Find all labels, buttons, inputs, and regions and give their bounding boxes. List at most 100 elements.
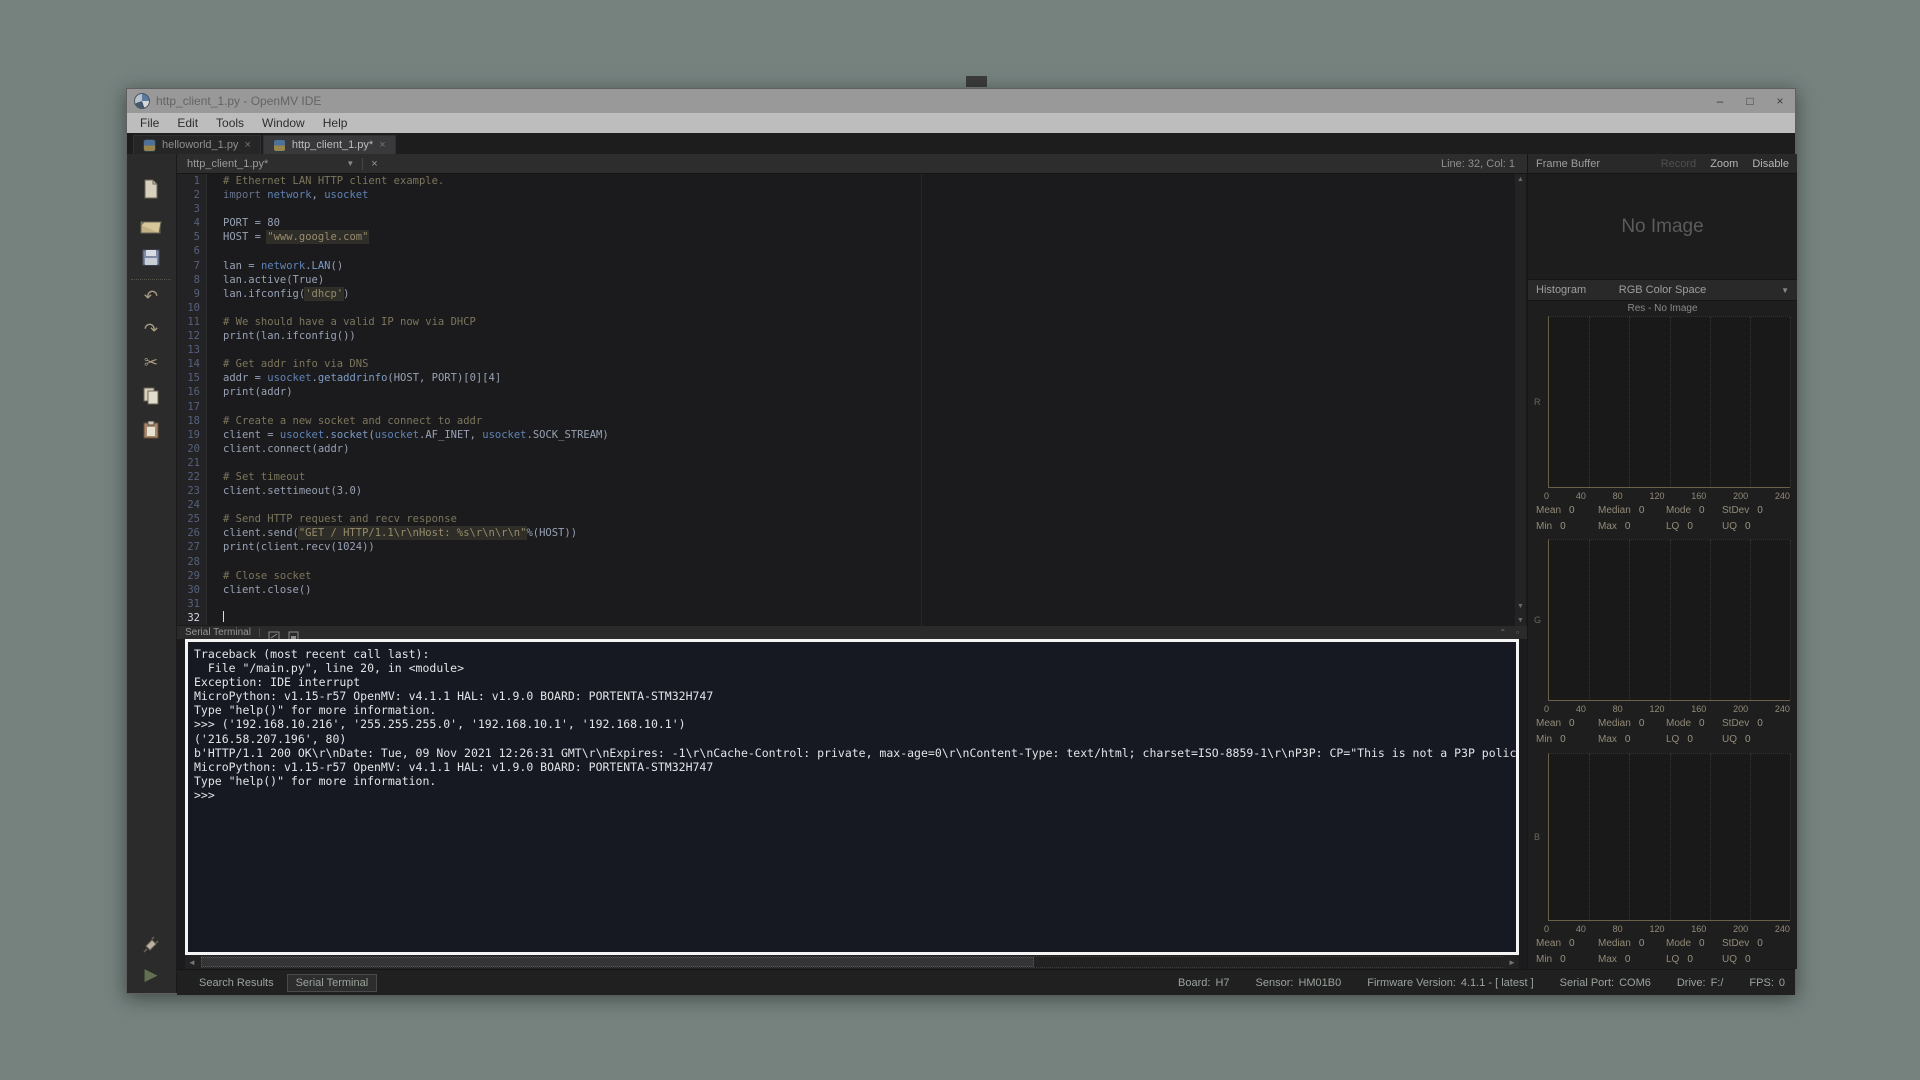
tab-helloworld_1-py[interactable]: helloworld_1.py× bbox=[133, 135, 261, 154]
code-line[interactable]: 14# Get addr info via DNS bbox=[177, 357, 1527, 371]
code-line[interactable]: 24 bbox=[177, 498, 1527, 512]
bottom-tab-serial-terminal[interactable]: Serial Terminal bbox=[288, 975, 377, 991]
clear-log-icon[interactable] bbox=[268, 628, 280, 637]
stat-value: 0 bbox=[1745, 954, 1751, 969]
bottom-tab-search-results[interactable]: Search Results bbox=[191, 975, 282, 991]
code-line[interactable]: 2import network, usocket bbox=[177, 188, 1527, 202]
scroll-right-icon[interactable]: ► bbox=[1505, 955, 1519, 969]
stat-value: 0 bbox=[1699, 938, 1705, 953]
code-line[interactable]: 26client.send("GET / HTTP/1.1\r\nHost: %… bbox=[177, 526, 1527, 540]
code-line[interactable]: 16print(addr) bbox=[177, 385, 1527, 399]
code-line[interactable]: 20client.connect(addr) bbox=[177, 442, 1527, 456]
code-token: usocket bbox=[324, 189, 368, 201]
line-number: 16 bbox=[177, 385, 207, 399]
zoom-button[interactable]: Zoom bbox=[1710, 158, 1738, 170]
code-line-text: print(lan.ifconfig()) bbox=[207, 329, 356, 343]
connect-icon[interactable] bbox=[136, 932, 166, 958]
menu-file[interactable]: File bbox=[131, 114, 168, 132]
code-line[interactable]: 10 bbox=[177, 301, 1527, 315]
code-line[interactable]: 30client.close() bbox=[177, 583, 1527, 597]
code-line[interactable]: 9lan.ifconfig('dhcp') bbox=[177, 287, 1527, 301]
redo-icon[interactable]: ↷ bbox=[136, 317, 166, 343]
menu-help[interactable]: Help bbox=[314, 114, 357, 132]
code-line[interactable]: 3 bbox=[177, 202, 1527, 216]
menu-edit[interactable]: Edit bbox=[168, 114, 207, 132]
code-line[interactable]: 11# We should have a valid IP now via DH… bbox=[177, 315, 1527, 329]
gridline bbox=[1710, 317, 1711, 487]
collapse-panel-icon[interactable]: ⌃ bbox=[1499, 628, 1506, 637]
scrollbar-thumb[interactable] bbox=[201, 957, 1034, 967]
expand-panel-icon[interactable]: ▫ bbox=[1516, 628, 1519, 637]
minimize-button[interactable]: – bbox=[1705, 89, 1735, 113]
code-line[interactable]: 21 bbox=[177, 456, 1527, 470]
scroll-down-icon[interactable]: ▼ bbox=[1515, 615, 1526, 626]
code-line[interactable]: 28 bbox=[177, 555, 1527, 569]
code-line[interactable]: 22# Set timeout bbox=[177, 470, 1527, 484]
copy-icon[interactable] bbox=[136, 383, 166, 409]
code-line[interactable]: 25# Send HTTP request and recv response bbox=[177, 512, 1527, 526]
tab-close-icon[interactable]: × bbox=[244, 139, 250, 151]
code-line[interactable]: 12print(lan.ifconfig()) bbox=[177, 329, 1527, 343]
code-line[interactable]: 27print(client.recv(1024)) bbox=[177, 540, 1527, 554]
scroll-down-icon[interactable]: ▼ bbox=[1515, 601, 1526, 612]
stat-label: Median bbox=[1598, 938, 1631, 953]
code-editor[interactable]: 1# Ethernet LAN HTTP client example.2imp… bbox=[177, 174, 1527, 626]
tick-label: 240 bbox=[1775, 924, 1790, 936]
histogram-plot bbox=[1548, 539, 1790, 701]
status-serialport: Serial Port:COM6 bbox=[1560, 977, 1651, 989]
colorspace-select[interactable]: RGB Color Space bbox=[1528, 284, 1797, 296]
code-line[interactable]: 7lan = network.LAN() bbox=[177, 259, 1527, 273]
tab-close-icon[interactable]: × bbox=[379, 139, 385, 151]
code-line[interactable]: 23client.settimeout(3.0) bbox=[177, 484, 1527, 498]
terminal-line: MicroPython: v1.15-r57 OpenMV: v4.1.1 HA… bbox=[194, 689, 1516, 703]
code-line[interactable]: 4PORT = 80 bbox=[177, 216, 1527, 230]
terminal-horizontal-scrollbar[interactable]: ◄ ► bbox=[185, 955, 1519, 969]
code-line[interactable]: 13 bbox=[177, 343, 1527, 357]
channel-label: B bbox=[1534, 832, 1540, 842]
code-line[interactable]: 6 bbox=[177, 244, 1527, 258]
open-file-icon[interactable] bbox=[136, 213, 166, 239]
new-file-icon[interactable] bbox=[136, 176, 166, 202]
code-line[interactable]: 5HOST = "www.google.com" bbox=[177, 230, 1527, 244]
status-sensor: Sensor:HM01B0 bbox=[1256, 977, 1342, 989]
code-line[interactable]: 1# Ethernet LAN HTTP client example. bbox=[177, 174, 1527, 188]
code-line[interactable]: 31 bbox=[177, 597, 1527, 611]
chevron-down-icon[interactable]: ▼ bbox=[346, 159, 354, 168]
code-line[interactable]: 8lan.active(True) bbox=[177, 273, 1527, 287]
editor-vertical-scrollbar[interactable]: ▲ ▼ ▼ bbox=[1515, 174, 1526, 626]
maximize-button[interactable]: □ bbox=[1735, 89, 1765, 113]
scrollbar-track[interactable] bbox=[201, 956, 1503, 968]
line-number: 13 bbox=[177, 343, 207, 357]
undo-icon[interactable]: ↶ bbox=[136, 284, 166, 310]
stats-row: Mean0Median0Mode0StDev0 bbox=[1536, 718, 1792, 733]
run-script-icon[interactable]: ▶ bbox=[136, 962, 166, 988]
tick-label: 0 bbox=[1544, 924, 1549, 936]
disable-button[interactable]: Disable bbox=[1752, 158, 1789, 170]
code-token: lan.ifconfig( bbox=[223, 288, 305, 300]
code-line[interactable]: 19client = usocket.socket(usocket.AF_INE… bbox=[177, 428, 1527, 442]
title-bar[interactable]: http_client_1.py - OpenMV IDE – □ × bbox=[127, 89, 1795, 113]
code-line[interactable]: 17 bbox=[177, 400, 1527, 414]
serial-terminal-output[interactable]: Traceback (most recent call last): File … bbox=[185, 639, 1519, 955]
document-close-icon[interactable]: × bbox=[362, 158, 377, 170]
openmv-logo-icon bbox=[134, 93, 150, 109]
menu-window[interactable]: Window bbox=[253, 114, 314, 132]
scroll-left-icon[interactable]: ◄ bbox=[185, 955, 199, 969]
paste-icon[interactable] bbox=[136, 417, 166, 443]
code-line[interactable]: 32 bbox=[177, 611, 1527, 625]
save-file-icon[interactable] bbox=[136, 244, 166, 270]
cut-icon[interactable]: ✂ bbox=[136, 350, 166, 376]
record-button[interactable]: Record bbox=[1661, 158, 1696, 170]
code-line[interactable]: 15addr = usocket.getaddrinfo(HOST, PORT)… bbox=[177, 371, 1527, 385]
menu-tools[interactable]: Tools bbox=[207, 114, 253, 132]
scroll-up-icon[interactable]: ▲ bbox=[1515, 174, 1526, 185]
close-button[interactable]: × bbox=[1765, 89, 1795, 113]
tab-http_client_1-py-[interactable]: http_client_1.py*× bbox=[263, 135, 396, 154]
stat-label: LQ bbox=[1666, 954, 1679, 969]
code-line-text: client.settimeout(3.0) bbox=[207, 484, 362, 498]
code-line[interactable]: 18# Create a new socket and connect to a… bbox=[177, 414, 1527, 428]
document-selector[interactable]: http_client_1.py* ▼ × bbox=[187, 158, 378, 170]
save-log-icon[interactable] bbox=[288, 628, 300, 637]
chevron-down-icon[interactable]: ▼ bbox=[1781, 286, 1789, 295]
code-line[interactable]: 29# Close socket bbox=[177, 569, 1527, 583]
